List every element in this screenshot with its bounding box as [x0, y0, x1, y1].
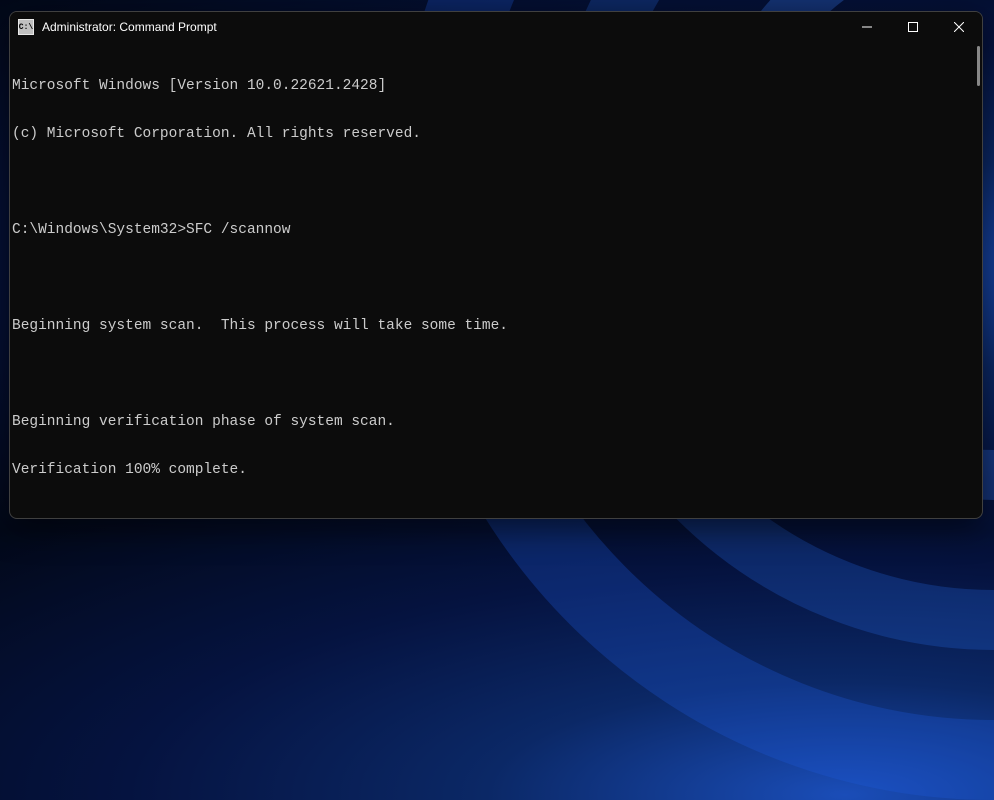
window-title: Administrator: Command Prompt [42, 20, 844, 34]
maximize-icon [908, 22, 918, 32]
command-prompt-window: C:\ Administrator: Command Prompt Micros… [9, 11, 983, 519]
scrollbar-thumb[interactable] [977, 46, 980, 86]
titlebar[interactable]: C:\ Administrator: Command Prompt [10, 12, 982, 42]
close-icon [954, 22, 964, 32]
terminal-line: C:\Windows\System32>SFC /scannow [10, 222, 982, 238]
terminal-line [10, 366, 982, 382]
terminal-line: (c) Microsoft Corporation. All rights re… [10, 126, 982, 142]
terminal-line [10, 270, 982, 286]
close-button[interactable] [936, 12, 982, 42]
terminal-line [10, 174, 982, 190]
terminal-line: Beginning verification phase of system s… [10, 414, 982, 430]
terminal-line: Verification 100% complete. [10, 462, 982, 478]
terminal-line: Beginning system scan. This process will… [10, 318, 982, 334]
minimize-button[interactable] [844, 12, 890, 42]
app-icon: C:\ [18, 19, 34, 35]
terminal-line: Microsoft Windows [Version 10.0.22621.24… [10, 78, 982, 94]
minimize-icon [862, 22, 872, 32]
window-controls [844, 12, 982, 42]
maximize-button[interactable] [890, 12, 936, 42]
terminal-line [10, 510, 982, 519]
terminal-output[interactable]: Microsoft Windows [Version 10.0.22621.24… [10, 42, 982, 518]
